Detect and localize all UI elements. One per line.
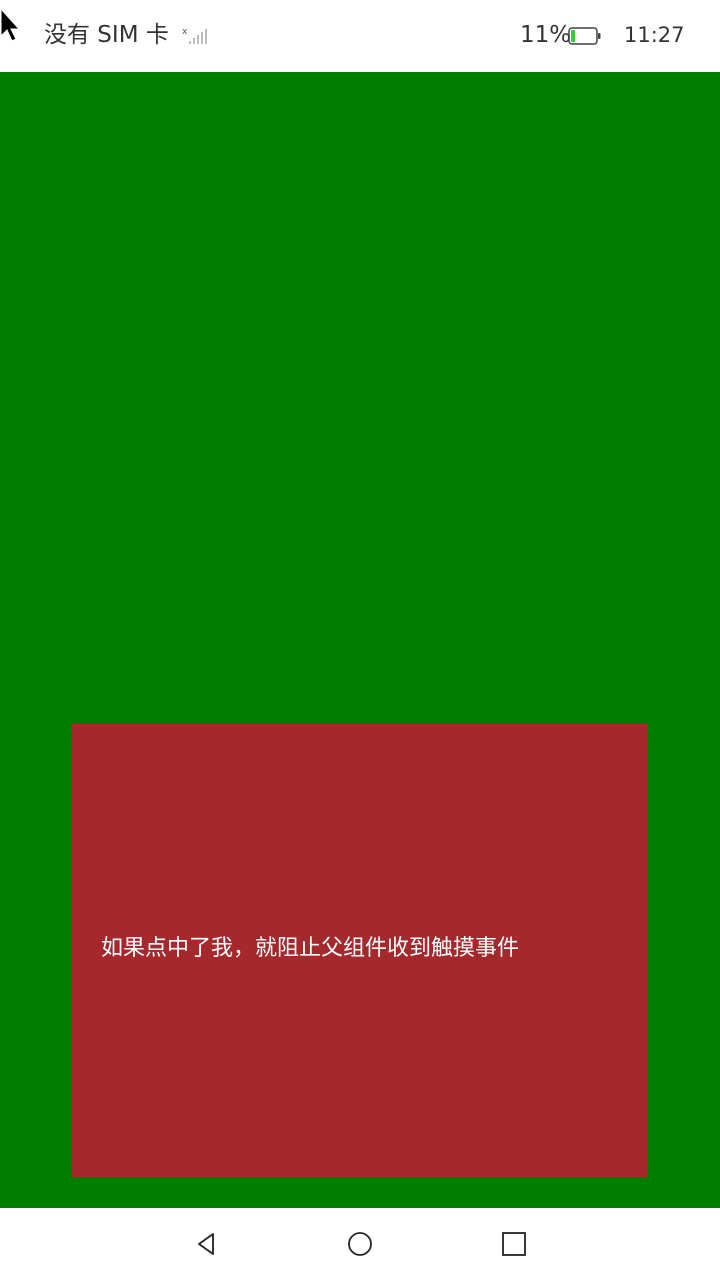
child-touch-area[interactable]: 如果点中了我，就阻止父组件收到触摸事件 (72, 724, 648, 1177)
battery-percent: 11% (520, 22, 572, 48)
status-bar: 没有 SIM 卡 x 11% 11:27 (0, 0, 720, 72)
recent-square-icon[interactable] (500, 1230, 528, 1258)
carrier-label: 没有 SIM 卡 (44, 22, 169, 48)
clock: 11:27 (624, 23, 685, 47)
no-signal-icon: x (182, 27, 207, 44)
home-circle-icon[interactable] (346, 1230, 374, 1258)
navigation-bar (0, 1208, 720, 1280)
mouse-cursor-icon (0, 8, 21, 42)
svg-text:x: x (182, 27, 188, 37)
back-triangle-icon[interactable] (193, 1230, 221, 1258)
battery-icon (568, 27, 601, 45)
child-touch-label: 如果点中了我，就阻止父组件收到触摸事件 (101, 936, 520, 961)
parent-touch-area[interactable]: 如果点中了我，就阻止父组件收到触摸事件 (0, 72, 720, 1208)
